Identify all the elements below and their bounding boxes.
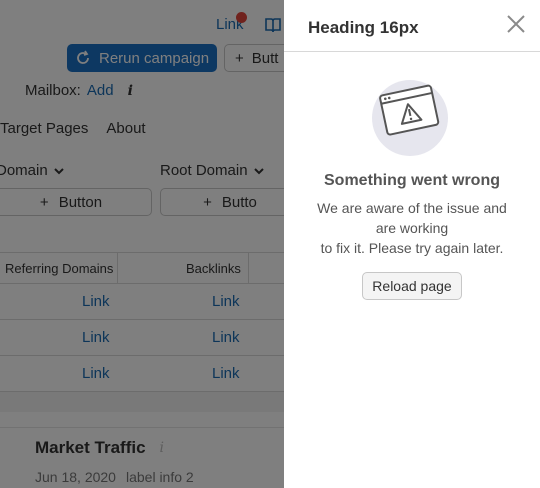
panel-header: Heading 16px bbox=[284, 0, 540, 52]
error-title: Something went wrong bbox=[324, 172, 500, 189]
error-message-line: are working bbox=[375, 220, 449, 236]
error-message-line: to fix it. Please try again later. bbox=[320, 240, 504, 256]
reload-page-button[interactable]: Reload page bbox=[362, 272, 462, 300]
error-illustration-icon bbox=[372, 80, 448, 156]
close-icon[interactable] bbox=[504, 12, 528, 36]
error-message-line: We are aware of the issue and bbox=[317, 200, 507, 216]
panel-title: Heading 16px bbox=[308, 18, 419, 37]
side-panel: Heading 16px Something went wrong We are… bbox=[284, 0, 540, 488]
error-message: We are aware of the issue and are workin… bbox=[304, 198, 520, 258]
